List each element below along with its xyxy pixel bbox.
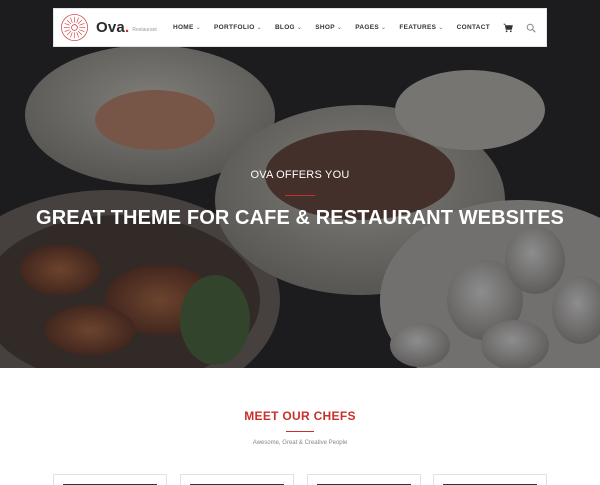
hero-banner: OVA OFFERS YOU GREAT THEME FOR CAFE & RE… bbox=[0, 0, 600, 368]
chefs-divider bbox=[286, 431, 314, 432]
menu-item-blog[interactable]: BLOG ⌄ bbox=[275, 24, 302, 31]
chevron-down-icon: ⌄ bbox=[195, 25, 201, 31]
hero-overlay bbox=[0, 0, 600, 368]
chef-card[interactable] bbox=[180, 474, 294, 485]
main-menu: HOME ⌄ PORTFOLIO ⌄ BLOG ⌄ SHOP ⌄ PAGES ⌄ FEAT… bbox=[160, 23, 536, 33]
chevron-down-icon: ⌄ bbox=[438, 25, 444, 31]
logo-name: Ova. bbox=[96, 19, 130, 36]
hero-divider bbox=[285, 195, 315, 196]
main-navbar: Ova. Restaurant HOME ⌄ PORTFOLIO ⌄ BLOG ⌄ S… bbox=[53, 8, 547, 47]
chef-card[interactable] bbox=[53, 474, 167, 485]
logo-tagline: Restaurant bbox=[132, 26, 157, 33]
hero-subtitle: OVA OFFERS YOU bbox=[250, 169, 350, 181]
chefs-section-title: MEET OUR CHEFS bbox=[244, 409, 356, 423]
chef-card[interactable] bbox=[307, 474, 421, 485]
chevron-down-icon: ⌄ bbox=[380, 25, 387, 31]
logo-sunburst-icon bbox=[61, 14, 88, 41]
chevron-down-icon: ⌄ bbox=[296, 25, 303, 31]
menu-item-pages[interactable]: PAGES ⌄ bbox=[355, 24, 386, 31]
menu-item-portfolio[interactable]: PORTFOLIO ⌄ bbox=[214, 24, 262, 31]
menu-item-contact[interactable]: CONTACT bbox=[457, 24, 490, 31]
menu-item-shop[interactable]: SHOP ⌄ bbox=[315, 24, 342, 31]
menu-item-features[interactable]: FEATURES ⌄ bbox=[399, 24, 443, 31]
chef-card[interactable] bbox=[433, 474, 547, 485]
cart-icon[interactable] bbox=[503, 23, 513, 33]
hero-title: GREAT THEME FOR CAFE & RESTAURANT WEBSIT… bbox=[36, 207, 564, 229]
menu-item-home[interactable]: HOME ⌄ bbox=[173, 24, 201, 31]
chevron-down-icon: ⌄ bbox=[256, 25, 262, 31]
site-logo[interactable]: Ova. Restaurant bbox=[60, 8, 157, 47]
chevron-down-icon: ⌄ bbox=[336, 25, 343, 31]
chefs-section-subtitle: Awesome, Great & Creative People bbox=[252, 440, 348, 446]
search-icon[interactable] bbox=[526, 23, 536, 33]
